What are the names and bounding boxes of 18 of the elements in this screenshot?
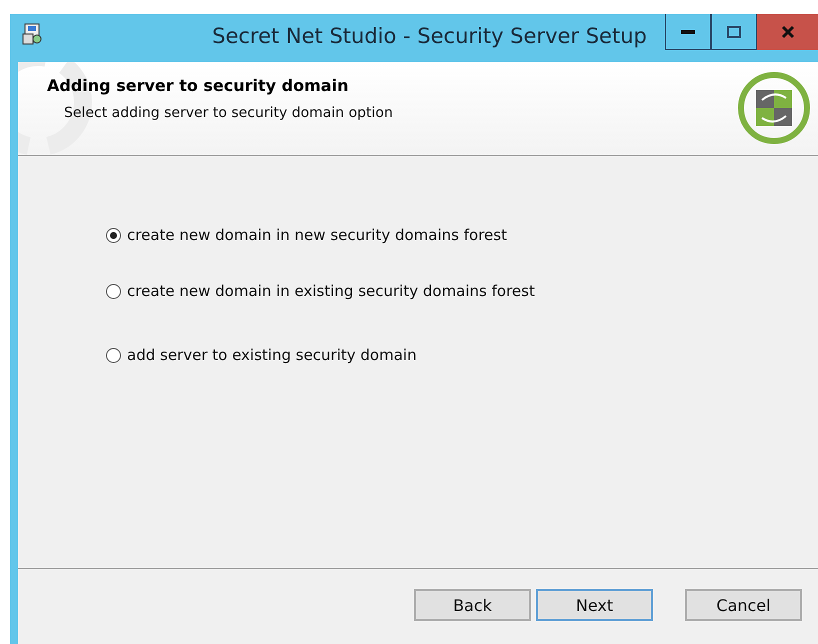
minimize-button[interactable] (665, 14, 711, 50)
option-label[interactable]: create new domain in existing security domains forest (127, 282, 535, 300)
option-label[interactable]: add server to existing security domain (127, 346, 417, 364)
maximize-icon (727, 26, 741, 38)
cancel-button[interactable]: Cancel (685, 589, 802, 621)
option-label[interactable]: create new domain in new security domains forest (127, 226, 507, 244)
radio-button[interactable] (106, 348, 121, 362)
radio-button[interactable] (106, 284, 121, 298)
window-title: Secret Net Studio - Security Server Setup (211, 24, 648, 48)
page-title: Adding server to security domain (47, 76, 350, 95)
back-button[interactable]: Back (414, 589, 531, 621)
close-icon (780, 25, 794, 39)
radio-button[interactable] (106, 228, 121, 242)
close-button[interactable] (757, 14, 818, 50)
next-button[interactable]: Next (536, 589, 653, 621)
minimize-icon (681, 30, 695, 34)
page-subtitle: Select adding server to security domain option (64, 105, 394, 121)
installer-icon (22, 22, 44, 46)
